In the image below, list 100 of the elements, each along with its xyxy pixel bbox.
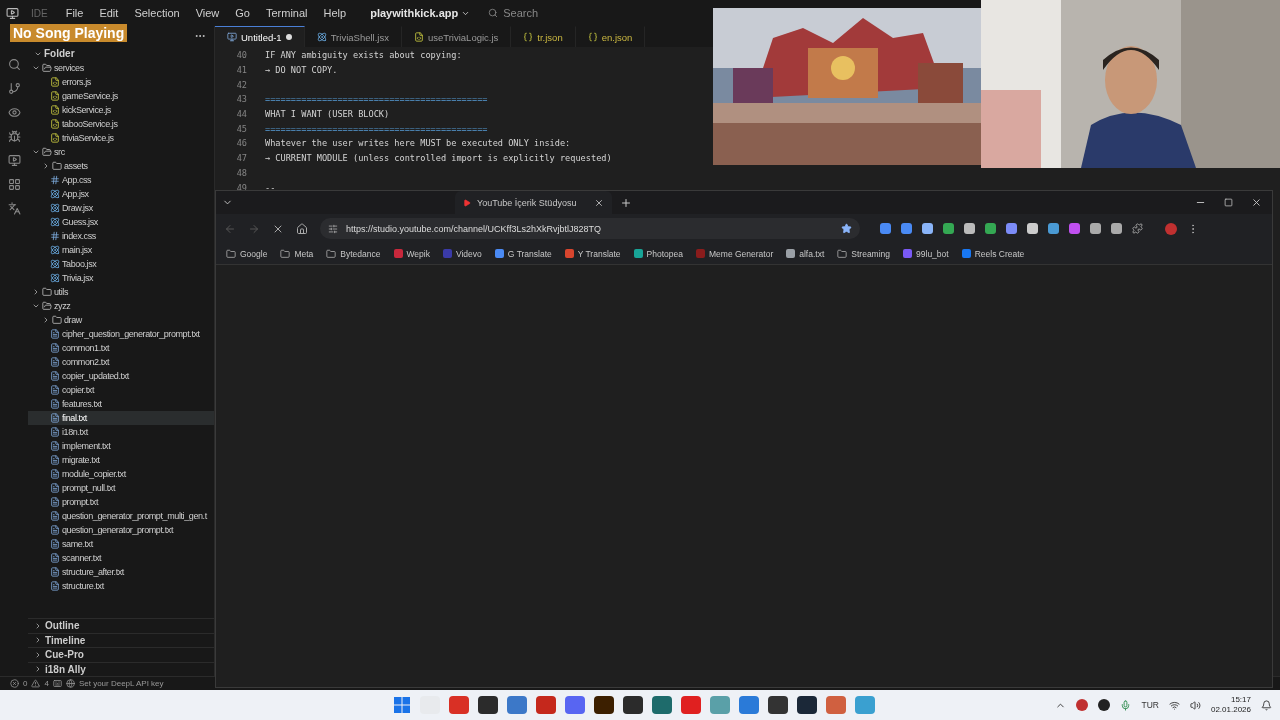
app-icon[interactable] [768,696,788,714]
home-icon[interactable] [296,222,308,235]
tree-item[interactable]: migrate.txt [28,453,214,467]
close-icon[interactable] [1251,197,1262,208]
address-bar[interactable]: https://studio.youtube.com/channel/UCKff3Ls2hXkRvjbtlJ828TQ [320,218,860,239]
bookmark[interactable]: Google [226,248,268,259]
extension-icon[interactable] [964,223,975,234]
tree-item[interactable]: utils [28,285,214,299]
pane-header[interactable]: Timeline [28,632,214,647]
menu-item[interactable]: Help [317,5,353,21]
app-icon[interactable] [594,696,614,714]
bookmark[interactable]: Bytedance [326,248,381,259]
tree-item[interactable]: index.css [28,229,214,243]
tree-item[interactable]: Guess.jsx [28,215,214,229]
app-icon[interactable] [623,696,643,714]
extension-icon[interactable] [1069,223,1080,234]
pane-header[interactable]: Cue-Pro [28,647,214,662]
project-switcher[interactable]: playwithkick.app [370,7,471,19]
app-icon[interactable] [797,696,817,714]
tree-item[interactable]: services [28,61,214,75]
extensions-icon[interactable] [1132,223,1143,234]
tree-item[interactable]: triviaService.js [28,131,214,145]
browser-tab[interactable]: YouTube İçerik Stüdyosu [455,191,612,214]
tree-item[interactable]: final.txt [28,411,214,425]
extension-icon[interactable] [1048,223,1059,234]
bookmark[interactable]: Meta [280,248,314,259]
tree-item[interactable]: implement.txt [28,439,214,453]
network-icon[interactable] [1168,699,1180,711]
tray-icon[interactable] [1098,699,1111,711]
extension-icon[interactable] [1027,223,1038,234]
grid-icon[interactable] [7,178,21,191]
tree-item[interactable]: module_copier.txt [28,467,214,481]
tree-item[interactable]: question_generator_prompt_multi_gen.t [28,509,214,523]
bookmark[interactable]: G Translate [494,248,552,259]
translate-icon[interactable] [7,202,21,215]
search-field[interactable]: Search [488,4,689,22]
eye-icon[interactable] [7,106,21,119]
tree-item[interactable]: gameService.js [28,89,214,103]
bookmark[interactable]: Photopea [633,248,683,259]
tree-item[interactable]: structure_after.txt [28,565,214,579]
bookmark[interactable]: alfa.txt [786,248,825,259]
tree-item[interactable]: copier.txt [28,383,214,397]
extension-icon[interactable] [1090,223,1101,234]
tree-item[interactable]: assets [28,159,214,173]
start-button[interactable] [393,696,411,714]
tree-item[interactable]: common1.txt [28,341,214,355]
notification-icon[interactable] [1261,699,1272,711]
tree-item[interactable]: question_generator_prompt.txt [28,523,214,537]
editor-tab[interactable]: Untitled-1 [215,26,305,47]
bookmark[interactable]: 99lu_bot [903,248,949,259]
extension-icon[interactable] [985,223,996,234]
profile-avatar[interactable] [1165,222,1177,235]
new-tab-icon[interactable] [620,196,632,209]
extension-icon[interactable] [901,223,912,234]
app-icon[interactable] [536,696,556,714]
bookmark[interactable]: Videvo [442,248,482,259]
tree-item[interactable]: tabooService.js [28,117,214,131]
extension-icon[interactable] [943,223,954,234]
tree-item[interactable]: App.jsx [28,187,214,201]
monitor-icon[interactable] [7,154,21,167]
tree-item[interactable]: scanner.txt [28,551,214,565]
status-message[interactable]: Set your DeepL API key [78,679,164,688]
bookmark-star-icon[interactable] [841,223,852,234]
tree-item[interactable]: kickService.js [28,103,214,117]
bookmark[interactable]: Wepik [393,248,430,259]
section-header[interactable]: Folder [28,46,214,61]
pane-header[interactable]: Outline [28,618,214,633]
tree-item[interactable]: draw [28,313,214,327]
menu-item[interactable]: Go [229,5,256,21]
bookmark[interactable]: Reels Create [961,248,1025,259]
tree-item[interactable]: App.css [28,173,214,187]
tree-item[interactable]: common2.txt [28,355,214,369]
extension-icon[interactable] [1006,223,1017,234]
tree-item[interactable]: errors.js [28,75,214,89]
tree-item[interactable]: prompt_null.txt [28,481,214,495]
tree-item[interactable]: cipher_question_generator_prompt.txt [28,327,214,341]
bookmark[interactable]: Meme Generator [696,248,774,259]
tree-item[interactable]: features.txt [28,397,214,411]
bug-icon[interactable] [7,130,21,143]
close-tab-icon[interactable] [594,197,604,208]
language-indicator[interactable]: TUR [1141,700,1159,710]
tree-item[interactable]: prompt.txt [28,495,214,509]
tree-item[interactable]: Taboo.jsx [28,257,214,271]
tree-item[interactable]: same.txt [28,537,214,551]
app-icon[interactable] [478,696,498,714]
tree-item[interactable]: Draw.jsx [28,201,214,215]
tree-item[interactable]: Trivia.jsx [28,271,214,285]
bookmark[interactable]: Y Translate [564,248,621,259]
tree-item[interactable]: src [28,145,214,159]
tree-item[interactable]: copier_updated.txt [28,369,214,383]
clock[interactable]: 15:17 02.01.2026 [1210,695,1251,715]
app-icon[interactable] [652,696,672,714]
tree-item[interactable]: zyzz [28,299,214,313]
maximize-icon[interactable] [1224,198,1233,207]
menu-item[interactable]: Edit [93,5,125,21]
extension-icon[interactable] [880,223,891,234]
search-icon[interactable] [7,58,21,71]
menu-item[interactable]: Terminal [260,5,314,21]
microphone-icon[interactable] [1120,699,1132,711]
branch-icon[interactable] [7,82,21,95]
